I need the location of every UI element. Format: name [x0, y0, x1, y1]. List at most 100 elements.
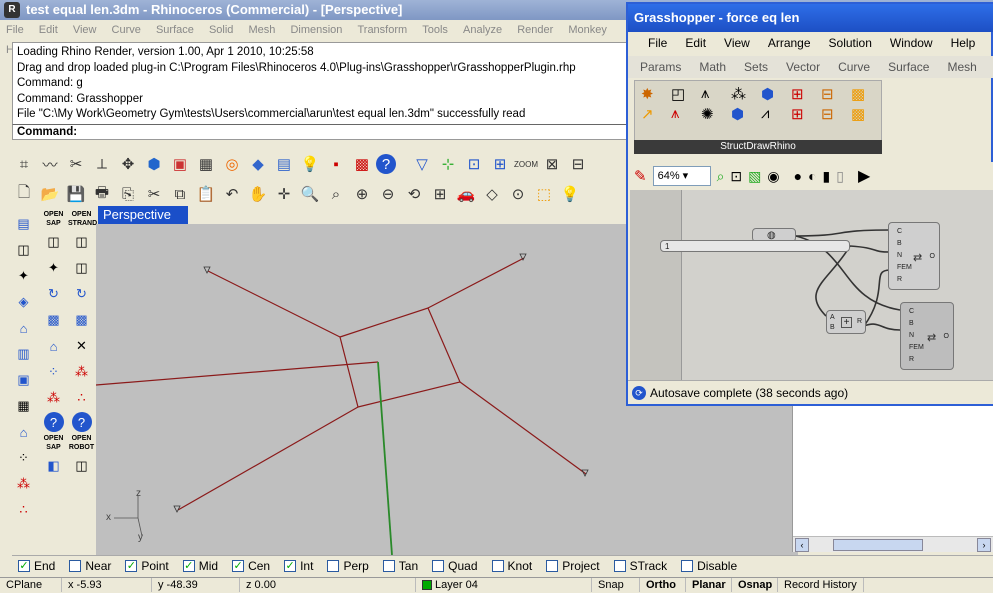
gh-canvas[interactable]: ◍ 1 C B N FEM R ⇄ O A B + R C B N FEM R … [630, 190, 993, 380]
gumball-icon[interactable]: ⊹ [436, 152, 460, 176]
gh-comp-icon[interactable]: ▩ [851, 85, 879, 103]
tool-icon[interactable]: ⁂ [70, 360, 94, 384]
mesh-icon[interactable]: ▦ [194, 152, 218, 176]
layer-icon[interactable]: ▪ [324, 152, 348, 176]
print-icon[interactable]: 🖶 [90, 182, 114, 206]
filter-icon[interactable]: ▽ [410, 152, 434, 176]
menu-render[interactable]: Render [511, 20, 559, 40]
menu-monkey[interactable]: Monkey [562, 20, 613, 40]
osnap-mid[interactable]: ✓ Mid [177, 559, 218, 573]
gh-zoom-extents-icon[interactable]: ⊡ [730, 168, 742, 185]
menu-curve[interactable]: Curve [106, 20, 147, 40]
tool-icon[interactable]: ◫ [70, 454, 94, 478]
gh-comp-icon[interactable]: ⁂ [731, 85, 759, 103]
gh-title-bar[interactable]: Grasshopper - force eq len [628, 4, 993, 32]
menu-dimension[interactable]: Dimension [284, 20, 348, 40]
new-file-icon[interactable]: 🗋 [12, 182, 36, 206]
undo-view-icon[interactable]: ⟲ [402, 182, 426, 206]
help-icon[interactable]: ? [43, 412, 64, 432]
gh-menu-file[interactable]: File [628, 32, 676, 54]
menu-edit[interactable]: Edit [33, 20, 64, 40]
tool-icon[interactable]: ◈ [12, 290, 36, 314]
tool-icon[interactable]: ▦ [12, 394, 36, 418]
gh-comp-icon[interactable]: ⬢ [731, 105, 759, 123]
osnap-checkbox[interactable]: ✓ [232, 559, 245, 572]
surface-icon[interactable]: ▤ [272, 152, 296, 176]
gh-comp-icon[interactable]: ◰ [671, 85, 699, 103]
gh-sphere-icon[interactable]: ● [794, 168, 802, 184]
gh-tab-math[interactable]: Math [690, 56, 735, 78]
osnap-checkbox[interactable]: ✓ [182, 559, 195, 572]
osnap-checkbox[interactable] [491, 559, 504, 572]
tool-icon[interactable]: ⌂ [12, 420, 36, 444]
status-layer[interactable]: Layer 04 [416, 578, 592, 592]
osnap-near[interactable]: Near [63, 559, 111, 573]
status-snap[interactable]: Snap [592, 578, 640, 592]
gh-brush-icon[interactable]: ✎ [634, 167, 647, 185]
osnap-disable[interactable]: Disable [675, 559, 737, 573]
menu-surface[interactable]: Surface [150, 20, 200, 40]
light-icon[interactable]: 💡 [298, 152, 322, 176]
gh-tab-curve[interactable]: Curve [829, 56, 879, 78]
help-icon[interactable]: ? [71, 412, 92, 432]
tool-icon[interactable]: ✦ [42, 256, 66, 280]
zoom-selected-icon[interactable]: ⊖ [376, 182, 400, 206]
tool-icon[interactable]: ⌂ [42, 334, 66, 358]
osnap-int[interactable]: ✓ Int [278, 559, 313, 573]
osnap-checkbox[interactable] [382, 559, 395, 572]
osnap-quad[interactable]: Quad [426, 559, 478, 573]
analyze-icon[interactable]: ◆ [246, 152, 270, 176]
tool-icon[interactable]: ✦ [12, 264, 36, 288]
undo-icon[interactable]: ↶ [220, 182, 244, 206]
grid-plane-icon[interactable]: ◇ [480, 182, 504, 206]
zoom-label[interactable]: ZOOM [514, 152, 538, 176]
gh-menu-solution[interactable]: Solution [820, 32, 881, 54]
tool-icon[interactable]: ∴ [12, 498, 36, 522]
gh-comp-icon[interactable]: ✺ [701, 105, 729, 123]
zoom-extents-icon[interactable]: ⊟ [566, 152, 590, 176]
zoom-extent2-icon[interactable]: ⊕ [350, 182, 374, 206]
tool-icon[interactable]: ▩ [70, 308, 94, 332]
osnap-checkbox[interactable]: ✓ [18, 559, 30, 572]
tool-icon[interactable]: ⁘ [42, 360, 66, 384]
grasshopper-window[interactable]: Grasshopper - force eq len File Edit Vie… [626, 2, 993, 406]
copy-icon[interactable]: ⧉ [168, 182, 192, 206]
open-robot-header[interactable]: OPEN ROBOT [68, 434, 95, 452]
tool-icon[interactable]: ∴ [70, 386, 94, 410]
open-strand-header[interactable]: OPEN STRAND [68, 210, 97, 228]
gh-number-slider[interactable]: 1 [660, 240, 850, 252]
gh-mask-icon[interactable]: ◐ [808, 168, 816, 184]
gh-zoom-icon[interactable]: ⌕ [717, 168, 725, 185]
gh-menu-arrange[interactable]: Arrange [759, 32, 820, 54]
target-icon[interactable]: ⊙ [506, 182, 530, 206]
import-icon[interactable]: ⎘ [116, 182, 140, 206]
gh-comp-icon[interactable]: ⊞ [791, 85, 819, 103]
gh-menu-view[interactable]: View [715, 32, 759, 54]
help-icon[interactable]: ? [376, 154, 396, 174]
tool-icon[interactable]: ◫ [12, 238, 36, 262]
osnap-checkbox[interactable]: ✓ [284, 559, 297, 572]
command-input[interactable]: Command: [12, 124, 630, 140]
tool-icon[interactable]: ↻ [42, 282, 66, 306]
status-planar[interactable]: Planar [686, 578, 732, 592]
gh-comp-icon[interactable]: ⩘ [761, 105, 789, 123]
osnap-project[interactable]: Project [540, 559, 600, 573]
move-icon[interactable]: ✥ [116, 152, 140, 176]
gh-tab-surface[interactable]: Surface [879, 56, 938, 78]
osnap-checkbox[interactable] [681, 559, 694, 572]
gh-comp-icon[interactable]: ⊟ [821, 85, 849, 103]
osnap-end[interactable]: ✓ End [12, 559, 55, 573]
tool-icon[interactable]: ⁂ [42, 386, 66, 410]
status-cplane[interactable]: CPlane [0, 578, 62, 592]
frame-grid-icon[interactable]: ⊞ [488, 152, 512, 176]
gh-tab-sets[interactable]: Sets [735, 56, 777, 78]
scroll-thumb[interactable] [833, 539, 923, 551]
menu-file[interactable]: File [0, 20, 30, 40]
tool-icon[interactable]: ▣ [12, 368, 36, 392]
osnap-checkbox[interactable]: ✓ [125, 559, 138, 572]
osnap-cen[interactable]: ✓ Cen [226, 559, 270, 573]
viewport-label-perspective[interactable]: Perspective [98, 206, 188, 224]
gh-comp-icon[interactable]: ▩ [851, 105, 879, 123]
osnap-checkbox[interactable] [546, 559, 559, 572]
tool-icon[interactable]: ▥ [12, 342, 36, 366]
